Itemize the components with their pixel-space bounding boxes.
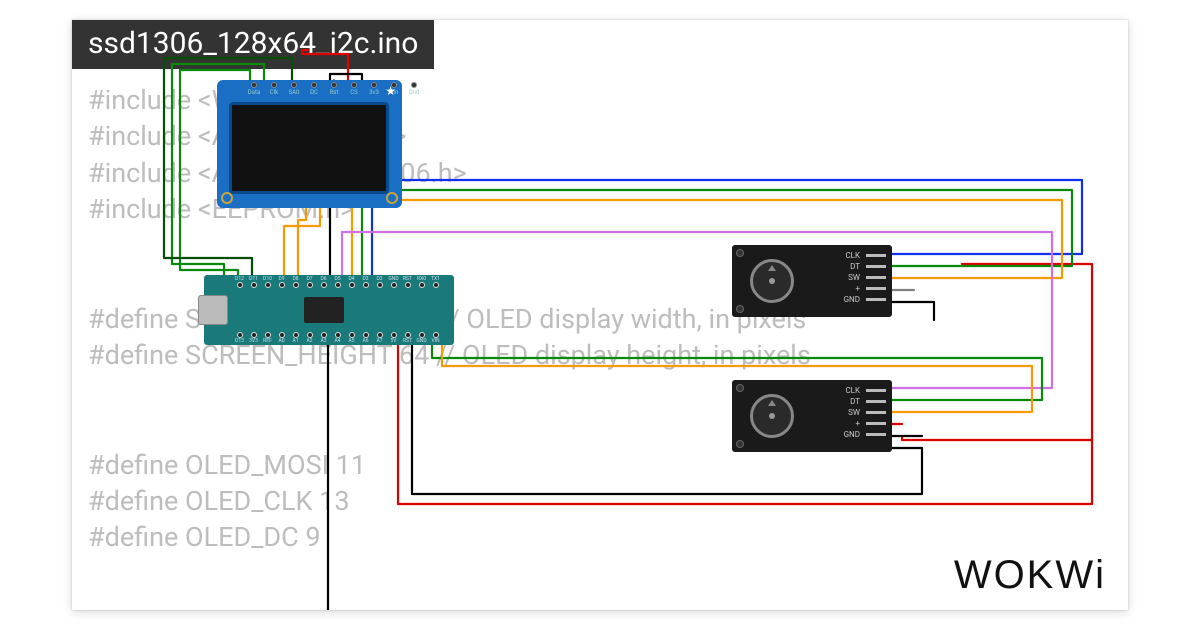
nano-pin-a0: A0 bbox=[276, 332, 287, 344]
nano-pin-a4: A4 bbox=[332, 332, 343, 344]
encoder-pin-dt: DT bbox=[844, 262, 886, 271]
rotary-encoder-2: CLK DT SW + GND bbox=[732, 380, 892, 452]
mcu-chip-icon bbox=[304, 297, 344, 323]
nano-pin-a6: A6 bbox=[360, 332, 371, 344]
wire-enc1-gnd-black bbox=[892, 302, 934, 320]
nano-pin-rx0: RX0 bbox=[416, 276, 427, 288]
oled-pin-rst: Rst bbox=[327, 82, 341, 96]
oled-pin-data: Data bbox=[247, 82, 261, 96]
oled-pin-cs: CS bbox=[347, 82, 361, 96]
nano-pin-d7: D7 bbox=[304, 276, 315, 288]
nano-pin-vin: VIN bbox=[430, 332, 441, 344]
file-name: ssd1306_128x64_i2c.ino bbox=[88, 26, 418, 61]
encoder-pin-sw: SW bbox=[844, 408, 886, 417]
oled-screen bbox=[229, 102, 389, 194]
encoder-pin-plus: + bbox=[844, 284, 886, 293]
encoder-pin-sw: SW bbox=[844, 273, 886, 282]
oled-pin-clk: Clk bbox=[267, 82, 281, 96]
arduino-nano-board: D12D11D10D9D8D7D6D5D4D3D2GNDRSTRX0TX1 D1… bbox=[204, 275, 454, 345]
nano-pin-d9: D9 bbox=[276, 276, 287, 288]
project-card: ssd1306_128x64_i2c.ino #include <Wire.h>… bbox=[72, 20, 1128, 610]
file-title-bar: ssd1306_128x64_i2c.ino bbox=[72, 20, 434, 69]
nano-pin-a7: A7 bbox=[374, 332, 385, 344]
star-icon: ★ bbox=[385, 84, 396, 98]
wire-nano-5v-red-2 bbox=[902, 438, 1092, 440]
nano-pin-d10: D10 bbox=[262, 276, 273, 288]
nano-pin-a5: A5 bbox=[346, 332, 357, 344]
rotary-encoder-1: CLK DT SW + GND bbox=[732, 245, 892, 317]
encoder-pin-gnd: GND bbox=[844, 430, 886, 439]
nano-pin-gnd: GND bbox=[416, 332, 427, 344]
mounting-hole bbox=[221, 192, 233, 204]
encoder-knob-icon[interactable] bbox=[750, 259, 794, 303]
nano-pin-d13: D13 bbox=[234, 332, 245, 344]
nano-pin-d11: D11 bbox=[248, 276, 259, 288]
nano-pin-tx1: TX1 bbox=[430, 276, 441, 288]
oled-ssd1306-module: DataClkSA0DCRstCS3v3VinGnd ★ bbox=[217, 80, 402, 208]
nano-pin-d6: D6 bbox=[318, 276, 329, 288]
nano-pin-d3: D3 bbox=[360, 276, 371, 288]
encoder-pin-clk: CLK bbox=[844, 386, 886, 395]
nano-pin-rst: RST bbox=[402, 276, 413, 288]
mounting-hole bbox=[736, 440, 744, 448]
nano-pin-a3: A3 bbox=[318, 332, 329, 344]
nano-pin-gnd: GND bbox=[388, 276, 399, 288]
oled-pin-sa0: SA0 bbox=[287, 82, 301, 96]
mounting-hole bbox=[386, 192, 398, 204]
encoder-pin-plus: + bbox=[844, 419, 886, 428]
oled-pin-gnd: Gnd bbox=[407, 82, 421, 96]
nano-pin-ref: REF bbox=[262, 332, 273, 344]
nano-pin-5v: 5V bbox=[388, 332, 399, 344]
mounting-hole bbox=[736, 305, 744, 313]
wokwi-brand-logo: WOKWi bbox=[954, 553, 1106, 598]
oled-pin-3v3: 3v3 bbox=[367, 82, 381, 96]
nano-pin-d8: D8 bbox=[290, 276, 301, 288]
nano-pin-a2: A2 bbox=[304, 332, 315, 344]
encoder-pin-clk: CLK bbox=[844, 251, 886, 260]
oled-pin-dc: DC bbox=[307, 82, 321, 96]
encoder-knob-icon[interactable] bbox=[750, 394, 794, 438]
encoder-pin-gnd: GND bbox=[844, 295, 886, 304]
mounting-hole bbox=[736, 249, 744, 257]
nano-pin-3v3: 3V3 bbox=[248, 332, 259, 344]
usb-port-icon bbox=[198, 295, 228, 325]
nano-pin-a1: A1 bbox=[290, 332, 301, 344]
nano-pin-d5: D5 bbox=[332, 276, 343, 288]
nano-pin-rst: RST bbox=[402, 332, 413, 344]
nano-pin-d12: D12 bbox=[234, 276, 245, 288]
mounting-hole bbox=[736, 384, 744, 392]
nano-pin-d4: D4 bbox=[346, 276, 357, 288]
nano-pin-d2: D2 bbox=[374, 276, 385, 288]
encoder-pin-dt: DT bbox=[844, 397, 886, 406]
